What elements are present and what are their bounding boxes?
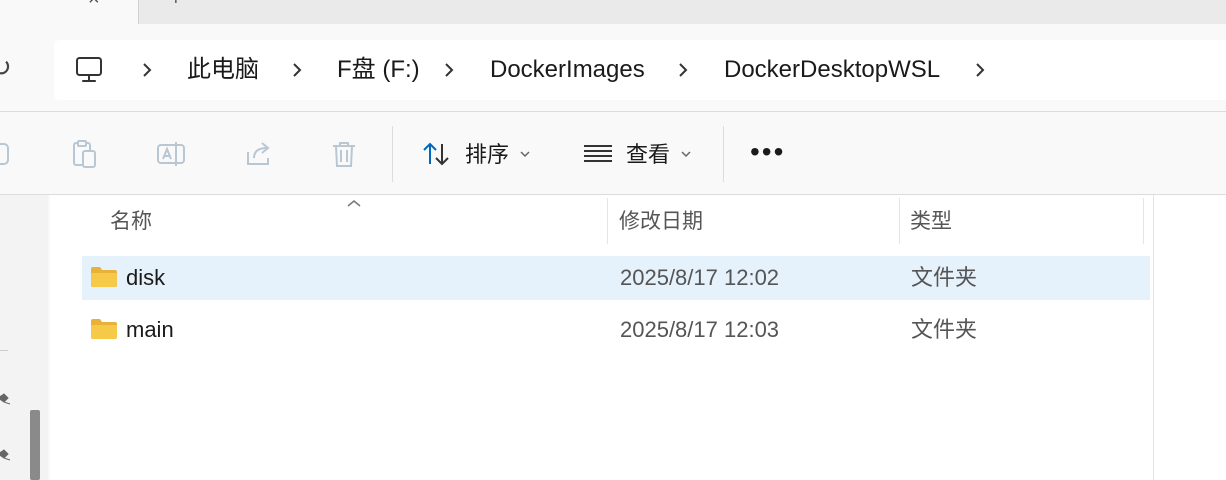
column-separator[interactable] — [607, 198, 608, 244]
close-tab-icon[interactable]: × — [88, 0, 100, 11]
file-type: 文件夹 — [911, 265, 978, 290]
breadcrumb-dockerimages[interactable]: DockerImages — [490, 54, 645, 86]
breadcrumb-f-drive[interactable]: F盘 (F:) — [337, 54, 420, 86]
chevron-right-icon[interactable] — [442, 57, 456, 83]
folder-icon — [91, 319, 117, 339]
pin-icon[interactable] — [0, 446, 12, 462]
navigation-pane[interactable] — [0, 195, 48, 480]
column-separator[interactable] — [1143, 198, 1144, 244]
folder-icon — [91, 267, 117, 287]
tab-separator — [138, 0, 139, 24]
new-tab-icon[interactable]: + — [170, 0, 182, 11]
file-date: 2025/8/17 12:03 — [620, 317, 780, 342]
file-date: 2025/8/17 12:02 — [620, 265, 780, 290]
this-pc-icon[interactable] — [74, 56, 104, 84]
sort-icon[interactable] — [420, 138, 452, 170]
chevron-right-icon[interactable] — [140, 57, 154, 83]
chevron-down-icon[interactable] — [680, 150, 692, 158]
pin-icon[interactable] — [0, 390, 12, 406]
file-name: main — [126, 317, 174, 342]
column-header-name[interactable]: 名称 — [110, 208, 152, 236]
paste-icon[interactable] — [68, 138, 100, 170]
file-type: 文件夹 — [911, 317, 978, 342]
file-row-main[interactable]: main 2025/8/17 12:03 文件夹 — [82, 308, 1150, 352]
divider — [1153, 195, 1154, 480]
command-bar: 排序 查看 ••• — [0, 112, 1226, 194]
view-button[interactable]: 查看 — [626, 140, 670, 170]
toolbar-separator — [392, 126, 393, 182]
column-separator[interactable] — [899, 198, 900, 244]
sort-button[interactable]: 排序 — [465, 140, 509, 170]
chevron-right-icon[interactable] — [290, 57, 304, 83]
file-name: disk — [126, 265, 166, 290]
column-header-type[interactable]: 类型 — [910, 208, 952, 236]
breadcrumb-dockerdesktopwsl[interactable]: DockerDesktopWSL — [724, 54, 940, 86]
share-icon[interactable] — [242, 138, 274, 170]
tab-strip — [0, 0, 1226, 24]
address-bar[interactable]: 此电脑 F盘 (F:) DockerImages DockerDesktopWS… — [54, 40, 1226, 100]
more-options-button[interactable]: ••• — [750, 138, 785, 166]
delete-icon[interactable] — [328, 138, 360, 170]
chevron-right-icon[interactable] — [676, 57, 690, 83]
refresh-icon[interactable]: ↻ — [0, 50, 18, 84]
chevron-right-icon[interactable] — [973, 57, 987, 83]
cut-icon[interactable] — [0, 138, 14, 170]
view-icon[interactable] — [582, 138, 614, 170]
divider — [0, 350, 8, 351]
breadcrumb-this-pc[interactable]: 此电脑 — [187, 54, 259, 86]
toolbar-separator — [723, 126, 724, 182]
file-row-disk[interactable]: disk 2025/8/17 12:02 文件夹 — [82, 256, 1150, 300]
sort-ascending-icon — [347, 200, 361, 207]
rename-icon[interactable] — [155, 138, 187, 170]
chevron-down-icon[interactable] — [519, 150, 531, 158]
column-header-date[interactable]: 修改日期 — [619, 208, 703, 236]
scrollbar-thumb[interactable] — [30, 410, 40, 480]
tab-active[interactable]: × — [0, 0, 138, 24]
